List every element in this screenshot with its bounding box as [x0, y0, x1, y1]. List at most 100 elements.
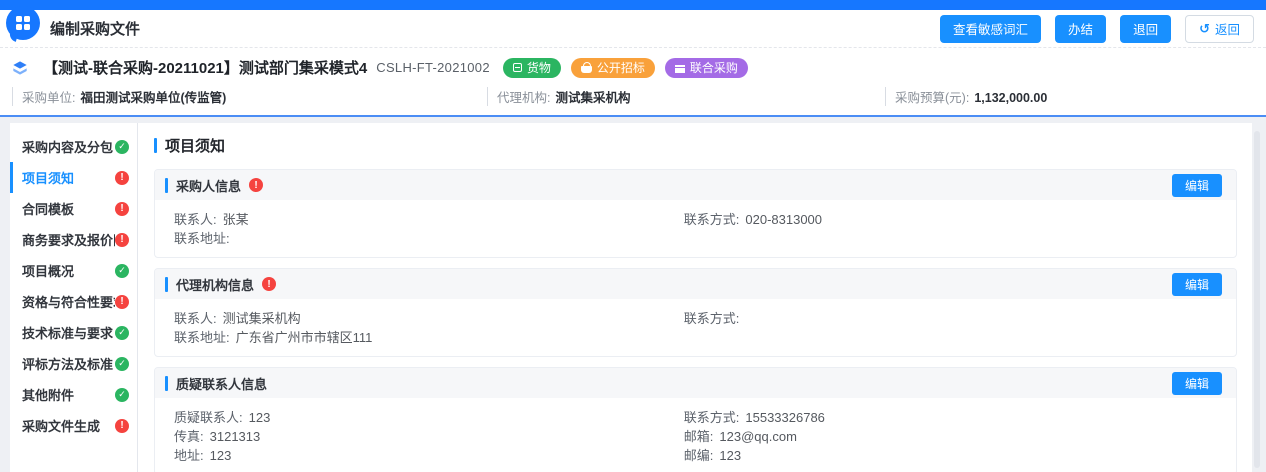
field-label: 邮编: — [684, 446, 714, 465]
sidebar-item-7[interactable]: 评标方法及标准✓ — [10, 348, 137, 379]
main-panel: 项目须知 采购人信息!编辑联系人:张某联系地址:联系方式:020-8313000… — [138, 123, 1252, 472]
field-row: 联系地址: — [174, 229, 684, 248]
field-column-left: 联系人:测试集采机构联系地址:广东省广州市市辖区111 — [174, 309, 684, 347]
sidebar-item-label: 项目须知 — [22, 168, 74, 187]
sidebar-item-0[interactable]: 采购内容及分包✓ — [10, 131, 137, 162]
section-card: 采购人信息!编辑联系人:张某联系地址:联系方式:020-8313000 — [154, 169, 1237, 258]
button-label: 办结 — [1068, 19, 1093, 38]
title-accent-tick — [154, 138, 157, 153]
field-label: 联系方式: — [684, 309, 740, 328]
section-header: 采购人信息!编辑 — [155, 170, 1236, 200]
open-tender-icon — [581, 66, 592, 73]
sidebar-item-label: 商务要求及报价区间 — [22, 230, 115, 249]
send-back-button[interactable]: 退回 — [1120, 15, 1171, 43]
content-area: 采购内容及分包✓项目须知!合同模板!商务要求及报价区间!项目概况✓资格与符合性要… — [0, 117, 1266, 472]
button-label: 返回 — [1215, 19, 1240, 38]
field-label: 传真: — [174, 427, 204, 446]
sidebar-item-9[interactable]: 采购文件生成! — [10, 410, 137, 441]
field-row: 联系人:张某 — [174, 210, 684, 229]
back-button[interactable]: ↺ 返回 — [1185, 15, 1254, 43]
sidebar-item-6[interactable]: 技术标准与要求✓ — [10, 317, 137, 348]
menu-fab-button[interactable] — [6, 6, 40, 40]
field-value: 测试集采机构 — [223, 309, 301, 328]
section-body: 质疑联系人:123传真:3121313地址:123联系方式:1553332678… — [155, 398, 1236, 472]
field-label: 邮箱: — [684, 427, 714, 446]
badge-joint-procurement: 联合采购 — [665, 58, 748, 78]
sidebar-item-8[interactable]: 其他附件 ✓ — [10, 379, 137, 410]
project-info-item: 采购预算(元): 1,132,000.00 — [885, 87, 1254, 106]
status-alert-icon: ! — [115, 295, 129, 309]
sidebar-item-2[interactable]: 合同模板! — [10, 193, 137, 224]
status-check-icon: ✓ — [115, 140, 129, 154]
sidebar-item-3[interactable]: 商务要求及报价区间! — [10, 224, 137, 255]
edit-button[interactable]: 编辑 — [1172, 174, 1222, 197]
section-accent-tick — [165, 277, 168, 292]
field-value: 123 — [249, 408, 271, 427]
field-value: 123@qq.com — [719, 427, 797, 446]
section-body: 联系人:测试集采机构联系地址:广东省广州市市辖区111联系方式: — [155, 299, 1236, 356]
section-header: 质疑联系人信息编辑 — [155, 368, 1236, 398]
section-body: 联系人:张某联系地址:联系方式:020-8313000 — [155, 200, 1236, 257]
section-accent-tick — [165, 376, 168, 391]
field-value: 020-8313000 — [745, 210, 822, 229]
sidebar-item-label: 项目概况 — [22, 261, 74, 280]
project-badges: 货物 公开招标 联合采购 — [503, 58, 748, 78]
field-value: 123 — [210, 446, 232, 465]
project-info-item: 采购单位:福田测试采购单位(传监管) — [12, 87, 487, 106]
status-check-icon: ✓ — [115, 388, 129, 402]
sidebar-item-label: 技术标准与要求 — [22, 323, 113, 342]
section-card: 质疑联系人信息编辑质疑联系人:123传真:3121313地址:123联系方式:1… — [154, 367, 1237, 472]
page-title: 编制采购文件 — [50, 18, 140, 39]
sidebar-item-1[interactable]: 项目须知! — [10, 162, 137, 193]
section-alert-icon: ! — [262, 277, 276, 291]
goods-icon — [513, 63, 522, 72]
field-row: 联系方式: — [684, 309, 1236, 328]
field-row: 质疑联系人: 123 — [174, 408, 684, 427]
info-label: 代理机构: — [497, 87, 550, 106]
badge-goods: 货物 — [503, 58, 561, 78]
status-alert-icon: ! — [115, 233, 129, 247]
view-sensitive-words-button[interactable]: 查看敏感词汇 — [940, 15, 1041, 43]
sidebar-item-label: 合同模板 — [22, 199, 74, 218]
undo-icon: ↺ — [1199, 22, 1210, 35]
complete-button[interactable]: 办结 — [1055, 15, 1106, 43]
sidebar-item-label: 采购内容及分包 — [22, 137, 113, 156]
badge-label: 货物 — [527, 59, 551, 76]
sidebar-item-label: 资格与符合性要求 — [22, 292, 115, 311]
field-row: 联系地址:广东省广州市市辖区111 — [174, 328, 684, 347]
field-column-right: 联系方式:020-8313000 — [684, 210, 1236, 248]
sidebar-nav: 采购内容及分包✓项目须知!合同模板!商务要求及报价区间!项目概况✓资格与符合性要… — [10, 123, 138, 472]
badge-label: 公开招标 — [597, 59, 645, 76]
info-value: 测试集采机构 — [555, 87, 630, 106]
info-value: 1,132,000.00 — [974, 91, 1047, 105]
field-value: 3121313 — [210, 427, 261, 446]
field-label: 质疑联系人: — [174, 408, 243, 427]
field-label: 联系地址: — [174, 229, 230, 248]
info-value: 福田测试采购单位(传监管) — [80, 87, 226, 106]
section-card: 代理机构信息!编辑联系人:测试集采机构联系地址:广东省广州市市辖区111联系方式… — [154, 268, 1237, 357]
field-row: 联系方式:020-8313000 — [684, 210, 1236, 229]
field-row: 联系人:测试集采机构 — [174, 309, 684, 328]
field-row: 邮编:123 — [684, 446, 1236, 465]
field-column-right: 联系方式: — [684, 309, 1236, 347]
status-alert-icon: ! — [115, 171, 129, 185]
info-label: 采购预算(元): — [895, 87, 969, 106]
badge-open-tender: 公开招标 — [571, 58, 655, 78]
edit-button[interactable]: 编辑 — [1172, 273, 1222, 296]
status-alert-icon: ! — [115, 419, 129, 433]
sidebar-item-5[interactable]: 资格与符合性要求! — [10, 286, 137, 317]
header-bar: 编制采购文件 查看敏感词汇 办结 退回 ↺ 返回 — [0, 10, 1266, 48]
field-row: 联系方式:15533326786 — [684, 408, 1236, 427]
field-value: 广东省广州市市辖区111 — [236, 328, 373, 347]
content-scrollbar[interactable] — [1254, 131, 1260, 468]
field-value: 15533326786 — [745, 408, 825, 427]
project-info-row: 采购单位:福田测试采购单位(传监管) 代理机构: 测试集采机构 采购预算(元): 1,1… — [12, 87, 1254, 106]
sidebar-item-4[interactable]: 项目概况✓ — [10, 255, 137, 286]
field-row: 传真: 3121313 — [174, 427, 684, 446]
section-alert-icon: ! — [249, 178, 263, 192]
section-header: 代理机构信息!编辑 — [155, 269, 1236, 299]
edit-button[interactable]: 编辑 — [1172, 372, 1222, 395]
field-column-left: 联系人:张某联系地址: — [174, 210, 684, 248]
status-alert-icon: ! — [115, 202, 129, 216]
sidebar-item-label: 其他附件 — [22, 385, 74, 404]
